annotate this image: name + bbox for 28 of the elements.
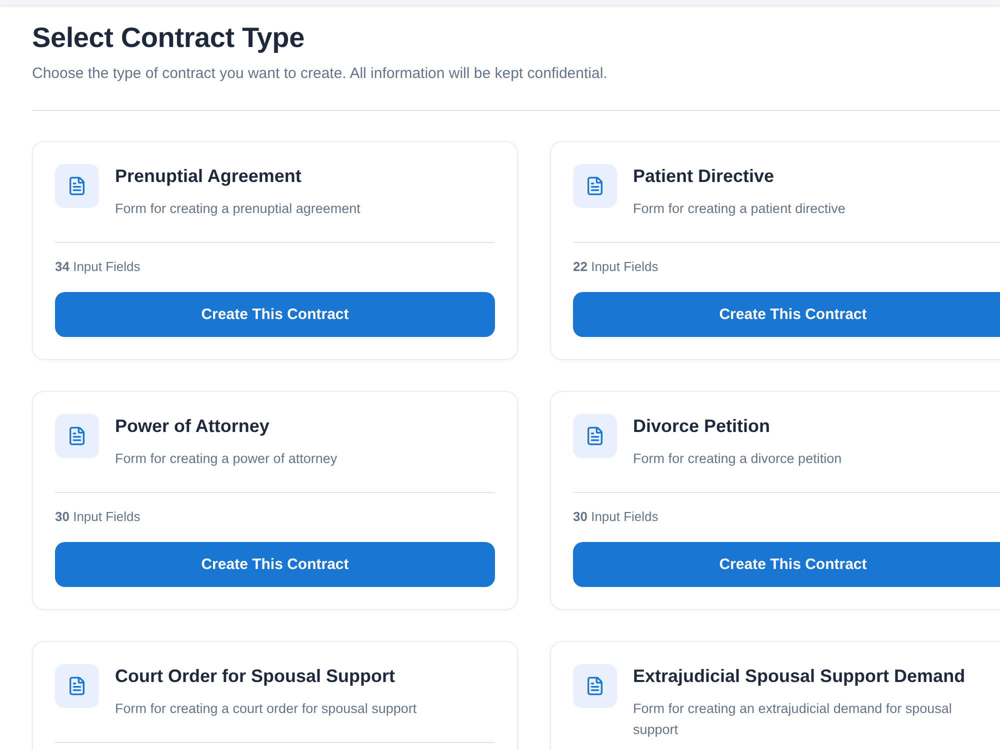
create-contract-button[interactable]: Create This Contract — [55, 292, 495, 337]
document-icon — [573, 164, 617, 208]
contract-description: Form for creating an extrajudicial demand for spousal support — [633, 700, 953, 739]
document-icon — [573, 664, 617, 708]
contract-title: Patient Directive — [633, 165, 776, 188]
page-title: Select Contract Type — [32, 21, 306, 55]
page-subtitle: Choose the type of contract you want to create. All information will be kept confidential. — [32, 64, 608, 84]
input-fields-count: 30 Input Fields — [55, 508, 142, 526]
create-contract-button[interactable]: Create This Contract — [573, 542, 1000, 587]
contract-title: Divorce Petition — [633, 415, 772, 438]
document-icon — [573, 414, 617, 458]
contract-title: Prenuptial Agreement — [115, 165, 302, 188]
contract-title: Power of Attorney — [115, 415, 270, 438]
input-fields-count: 22 Input Fields — [573, 258, 660, 276]
input-fields-count: 34 Input Fields — [55, 258, 142, 276]
document-icon — [55, 664, 99, 708]
create-contract-button[interactable]: Create This Contract — [55, 542, 495, 587]
contract-title: Extrajudicial Spousal Support Demand — [633, 665, 966, 688]
input-fields-count: 30 Input Fields — [573, 508, 660, 526]
contract-description: Form for creating a court order for spousal support — [115, 700, 417, 718]
create-contract-button[interactable]: Create This Contract — [573, 292, 1000, 337]
contract-description: Form for creating a patient directive — [633, 200, 846, 218]
document-icon — [55, 164, 99, 208]
document-icon — [55, 414, 99, 458]
contract-title: Court Order for Spousal Support — [115, 665, 396, 688]
contract-description: Form for creating a prenuptial agreement — [115, 200, 360, 218]
contract-description: Form for creating a power of attorney — [115, 450, 338, 468]
contract-description: Form for creating a divorce petition — [633, 450, 842, 468]
